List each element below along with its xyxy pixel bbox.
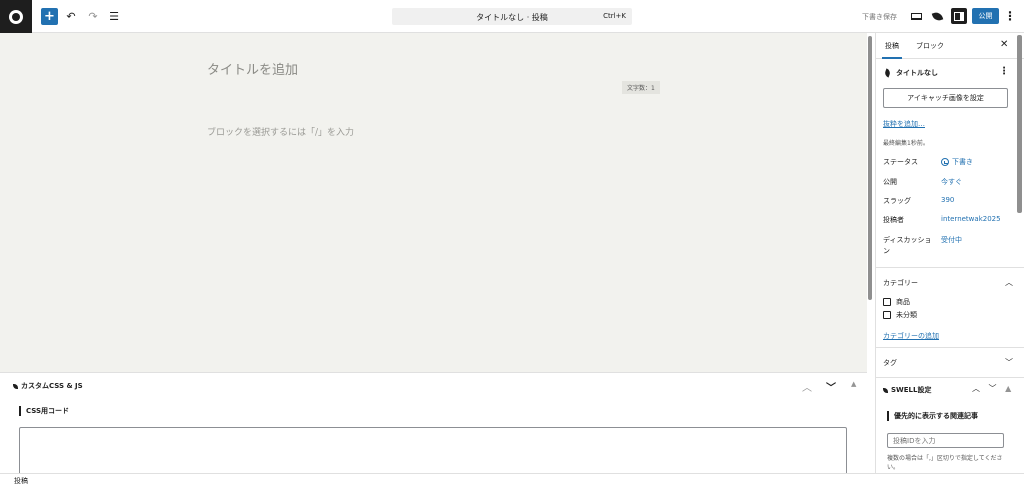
site-icon-button[interactable] (0, 0, 32, 33)
chevron-down-icon: ﹀ (1005, 358, 1013, 367)
command-palette-bar[interactable]: タイトルなし · 投稿 Ctrl+K (392, 8, 632, 25)
publish-button[interactable]: 公開 (972, 8, 999, 24)
meta-row-discussion: ディスカッション 受付中 (883, 235, 1018, 257)
metabox-title-text: カスタムCSS & JS (21, 382, 83, 390)
sidebar-scrollbar-thumb[interactable] (1017, 35, 1022, 213)
feather-post-icon (883, 68, 892, 78)
tags-title: タグ (883, 359, 897, 367)
move-down-button[interactable]: ﹀ (989, 384, 997, 393)
char-count-badge: 文字数：1 (622, 81, 660, 94)
move-up-button[interactable]: ︿ (802, 379, 812, 394)
metabox-title: カスタムCSS & JS (13, 381, 83, 391)
post-summary-title: タイトルなし (883, 68, 938, 78)
chevron-up-icon: ︿ (1005, 278, 1013, 287)
category-label: 未分類 (896, 311, 917, 319)
status-value-button[interactable]: 下書き (941, 157, 973, 167)
post-title-input[interactable]: タイトルを追加 (207, 59, 298, 78)
block-appender[interactable]: ブロックを選択するには「/」を入力 (207, 125, 354, 138)
desktop-preview-icon (910, 12, 922, 20)
toggle-panel-button[interactable]: ▲ (851, 380, 856, 388)
tags-panel-toggle[interactable]: タグ ﹀ (883, 358, 1013, 370)
save-draft-button[interactable]: 下書き保存 (862, 12, 897, 22)
swell-leaf-icon (883, 387, 888, 393)
last-edited-text: 最終編集1秒前。 (883, 140, 929, 147)
settings-toggle-button[interactable] (951, 8, 967, 24)
panel-divider (876, 267, 1024, 268)
custom-css-js-metabox: カスタムCSS & JS ︿ ﹀ ▲ CSS用コード (0, 372, 867, 475)
related-post-id-input[interactable] (887, 433, 1004, 448)
list-view-button[interactable]: ☰ (107, 8, 121, 25)
move-down-button[interactable]: ﹀ (826, 379, 836, 394)
close-sidebar-button[interactable]: ✕ (1000, 39, 1008, 50)
status-bar: 投稿 (0, 473, 1024, 486)
author-button[interactable]: internetwak2025 (941, 215, 1001, 223)
css-code-textarea[interactable] (19, 427, 847, 475)
block-inserter-button[interactable]: + (41, 8, 58, 25)
related-posts-help: 複数の場合は「,」区切りで指定してください。 (887, 455, 1003, 471)
meta-value: 下書き (952, 158, 973, 166)
post-actions-button[interactable]: ⋮ (999, 66, 1009, 77)
checkbox[interactable] (883, 298, 891, 306)
sidebar-tabs: 投稿 ブロック ✕ (876, 33, 1024, 59)
category-checkbox-row[interactable]: 商品 (883, 297, 910, 307)
redo-button[interactable]: ↷ (86, 8, 100, 25)
move-up-button[interactable]: ︿ (972, 384, 980, 393)
swell-settings-button[interactable] (930, 9, 944, 23)
publish-date-button[interactable]: 今すぐ (941, 177, 962, 187)
preview-button[interactable] (909, 9, 923, 23)
metabox-header[interactable]: カスタムCSS & JS ︿ ﹀ ▲ (0, 373, 867, 397)
discussion-button[interactable]: 受付中 (941, 235, 962, 245)
meta-key: 投稿者 (883, 216, 904, 224)
clock-icon (941, 158, 949, 166)
post-summary-title-text: タイトルなし (896, 69, 938, 77)
swell-settings-title-text: SWELL設定 (891, 386, 932, 394)
breadcrumb[interactable]: 投稿 (14, 476, 28, 486)
category-checkbox-row[interactable]: 未分類 (883, 310, 917, 320)
settings-sidebar: 投稿 ブロック ✕ タイトルなし ⋮ アイキャッチ画像を設定 抜粋を追加… 最終… (875, 33, 1024, 473)
sidebar-settings-icon (954, 11, 964, 21)
editor-canvas[interactable]: タイトルを追加 文字数：1 ブロックを選択するには「/」を入力 (0, 33, 867, 372)
swell-leaf-icon (931, 10, 943, 22)
document-title: タイトルなし · 投稿 (476, 13, 548, 22)
meta-row-slug: スラッグ 390 (883, 196, 1018, 208)
swell-panel-controls: ︿ ﹀ ▲ (972, 383, 1017, 394)
panel-divider (876, 377, 1024, 378)
meta-key: スラッグ (883, 197, 911, 205)
category-label: 商品 (896, 298, 910, 306)
meta-key: ディスカッション (883, 236, 932, 255)
swell-leaf-icon (13, 383, 18, 389)
panel-divider (876, 347, 1024, 348)
categories-title: カテゴリー (883, 279, 918, 287)
related-posts-label: 優先的に表示する関連記事 (887, 411, 978, 421)
set-featured-image-button[interactable]: アイキャッチ画像を設定 (883, 88, 1008, 108)
tab-block[interactable]: ブロック (916, 41, 944, 51)
editor-top-toolbar: + ↶ ↷ ☰ タイトルなし · 投稿 Ctrl+K 下書き保存 公開 ⋮ (0, 0, 1024, 33)
slug-button[interactable]: 390 (941, 196, 954, 204)
css-code-label: CSS用コード (19, 406, 69, 416)
swell-settings-title: SWELL設定 (883, 385, 931, 395)
meta-row-status: ステータス 下書き (883, 157, 1018, 169)
add-category-link[interactable]: カテゴリーの追加 (883, 331, 939, 341)
editor-scrollbar[interactable] (868, 33, 873, 473)
command-shortcut: Ctrl+K (603, 12, 626, 20)
toggle-panel-button[interactable]: ▲ (1005, 384, 1011, 393)
tab-post[interactable]: 投稿 (882, 41, 902, 59)
undo-button[interactable]: ↶ (64, 8, 78, 25)
add-excerpt-link[interactable]: 抜粋を追加… (883, 119, 925, 129)
checkbox[interactable] (883, 311, 891, 319)
options-menu-button[interactable]: ⋮ (1004, 9, 1016, 23)
categories-panel-toggle[interactable]: カテゴリー ︿ (883, 278, 1013, 290)
editor-scrollbar-thumb[interactable] (868, 36, 872, 300)
meta-row-publish: 公開 今すぐ (883, 177, 1018, 189)
wordpress-site-icon (9, 9, 23, 24)
meta-row-author: 投稿者 internetwak2025 (883, 215, 1018, 227)
meta-key: ステータス (883, 158, 918, 166)
meta-key: 公開 (883, 178, 897, 186)
